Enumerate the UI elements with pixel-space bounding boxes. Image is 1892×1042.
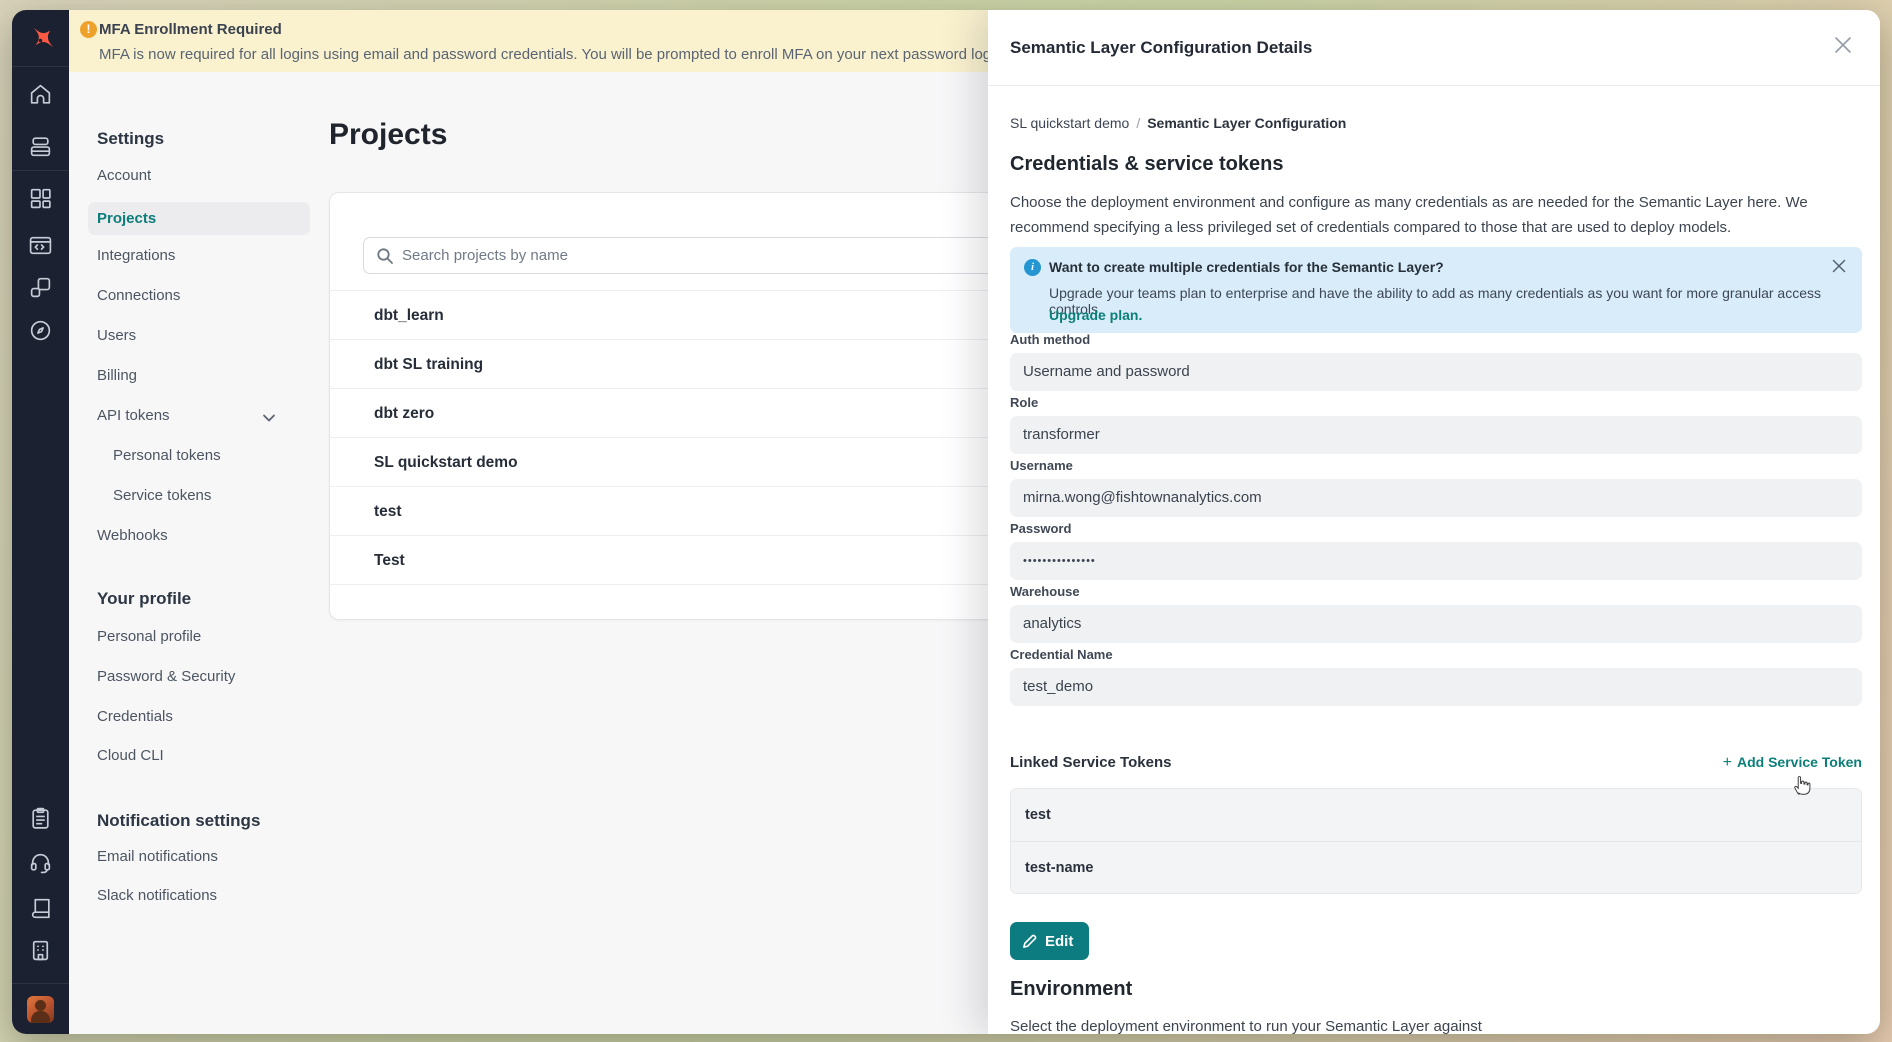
sidebar-item-integrations[interactable]: Integrations [97,247,175,264]
auth-method-field: Auth method Username and password [1010,332,1862,391]
info-icon: i [1024,259,1041,276]
username-field: Username mirna.wong@fishtownanalytics.co… [1010,458,1862,517]
sidebar-item-api-tokens[interactable]: API tokens [97,407,170,424]
tasks-icon[interactable] [28,806,53,831]
sidebar-item-projects-label[interactable]: Projects [97,210,156,227]
sidebar-item-cloud-cli[interactable]: Cloud CLI [97,747,164,764]
auth-method-value: Username and password [1010,353,1862,391]
warehouse-value: analytics [1010,605,1862,643]
add-service-token-button[interactable]: +Add Service Token [1723,754,1862,772]
docs-icon[interactable] [28,896,53,921]
service-token-row: test-name [1011,841,1861,893]
semantic-layer-panel: Semantic Layer Configuration Details SL … [988,10,1880,1034]
breadcrumb-current: Semantic Layer Configuration [1147,115,1346,131]
environment-description: Select the deployment environment to run… [1010,1018,1482,1034]
home-icon[interactable] [28,82,53,107]
warning-icon: ! [80,21,97,38]
sidebar-item-webhooks[interactable]: Webhooks [97,527,168,544]
sidebar-item-connections[interactable]: Connections [97,287,180,304]
sidebar-item-personal-tokens[interactable]: Personal tokens [113,447,221,464]
develop-icon[interactable] [28,233,53,258]
sidebar-item-slack-notifications[interactable]: Slack notifications [97,887,217,904]
service-token-row: test [1011,789,1861,841]
organization-icon[interactable] [28,938,53,963]
plus-icon: + [1723,754,1737,771]
service-token-list: test test-name [1010,788,1862,894]
explore-icon[interactable] [28,318,53,343]
sidebar-item-billing[interactable]: Billing [97,367,137,384]
sidebar-item-users[interactable]: Users [97,327,136,344]
project-search [363,237,1063,274]
upgrade-plan-link[interactable]: Upgrade plan. [1049,307,1142,323]
warehouse-field: Warehouse analytics [1010,584,1862,643]
your-profile-heading: Your profile [97,589,191,609]
close-icon[interactable] [1832,34,1854,56]
user-avatar[interactable] [27,996,54,1023]
page-title: Projects [329,118,447,152]
deploy-icon[interactable] [28,134,53,159]
notification-settings-heading: Notification settings [97,811,260,831]
pencil-icon [1022,934,1037,949]
role-field: Role transformer [1010,395,1862,454]
search-input[interactable] [402,239,1042,272]
banner-title: MFA Enrollment Required [99,21,282,38]
credential-name-field: Credential Name test_demo [1010,647,1862,706]
dbt-logo[interactable] [25,25,56,56]
password-value: ••••••••••••••• [1010,542,1862,580]
support-icon[interactable] [28,850,53,875]
linked-service-tokens-label: Linked Service Tokens [1010,754,1171,771]
environment-heading: Environment [1010,978,1132,1001]
upgrade-info-box: i Want to create multiple credentials fo… [1010,247,1862,333]
sidebar-item-personal-profile[interactable]: Personal profile [97,628,201,645]
search-icon [376,247,394,265]
sidebar-item-email-notifications[interactable]: Email notifications [97,848,218,865]
divider [988,85,1880,86]
banner-message: MFA is now required for all logins using… [99,46,1120,63]
credentials-description: Choose the deployment environment and co… [1010,190,1856,240]
sidebar-item-credentials[interactable]: Credentials [97,708,173,725]
sidebar-item-account[interactable]: Account [97,167,151,184]
app-rail [12,10,69,1034]
app-window: ! MFA Enrollment Required MFA is now req… [12,10,1880,1034]
username-value: mirna.wong@fishtownanalytics.com [1010,479,1862,517]
info-title: Want to create multiple credentials for … [1049,259,1444,275]
credentials-heading: Credentials & service tokens [1010,153,1283,176]
edit-button[interactable]: Edit [1010,922,1089,960]
settings-heading: Settings [97,129,164,149]
sidebar-item-service-tokens[interactable]: Service tokens [113,487,211,504]
info-body: Upgrade your teams plan to enterprise an… [1049,285,1862,317]
sidebar-item-password-security[interactable]: Password & Security [97,668,235,685]
projects-icon[interactable] [28,275,53,300]
info-close-icon[interactable] [1830,257,1848,275]
panel-title: Semantic Layer Configuration Details [1010,38,1312,58]
chevron-down-icon[interactable] [262,411,276,425]
credential-name-value: test_demo [1010,668,1862,706]
role-value: transformer [1010,416,1862,454]
password-field: Password ••••••••••••••• [1010,521,1862,580]
breadcrumb: SL quickstart demo/Semantic Layer Config… [1010,115,1346,131]
dashboard-icon[interactable] [28,186,53,211]
breadcrumb-project[interactable]: SL quickstart demo [1010,115,1129,131]
